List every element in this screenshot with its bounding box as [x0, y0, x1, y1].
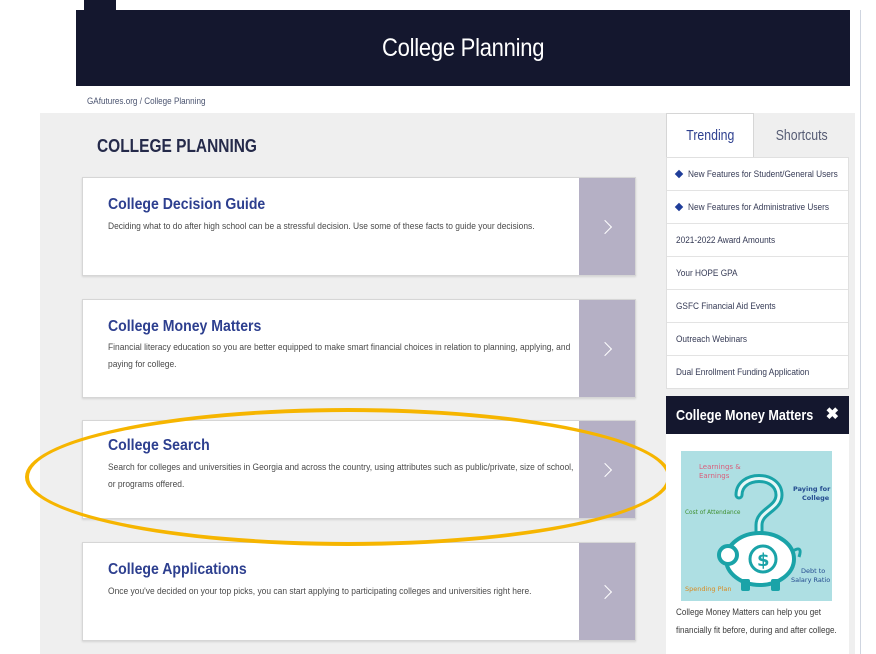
image-label-spending: Spending Plan [685, 585, 731, 593]
card-title[interactable]: College Decision Guide [108, 196, 265, 214]
trending-item[interactable]: New Features for Administrative Users [667, 191, 848, 224]
card-arrow-button[interactable] [579, 178, 635, 275]
trending-list: New Features for Student/General Users N… [666, 157, 849, 389]
chevron-right-icon [597, 341, 613, 356]
card-title[interactable]: College Search [108, 437, 210, 455]
trending-item[interactable]: Your HOPE GPA [667, 257, 848, 290]
piggy-bank-question-illustration: $ Learnings & Earnings Paying for Colleg… [681, 451, 832, 601]
card-description: Search for colleges and universities in … [108, 462, 574, 490]
dollar-sign-label: $ [757, 550, 770, 571]
money-matters-caption: College Money Matters can help you get f… [676, 607, 837, 635]
money-matters-promo-image[interactable]: $ Learnings & Earnings Paying for Colleg… [681, 451, 832, 601]
image-label-salary: Salary Ratio [791, 576, 830, 584]
image-label-college: College [802, 494, 830, 502]
trending-item[interactable]: Dual Enrollment Funding Application [667, 356, 848, 388]
breadcrumb: GAfutures.org / College Planning [87, 96, 205, 106]
trending-item[interactable]: 2021-2022 Award Amounts [667, 224, 848, 257]
money-matters-widget-header: College Money Matters ✖ [666, 396, 849, 434]
image-label-debt: Debt to [801, 567, 825, 575]
card-college-decision-guide[interactable]: College Decision Guide Deciding what to … [82, 177, 636, 276]
image-label-earnings: Earnings [699, 472, 730, 480]
header-top-accent [84, 0, 116, 10]
trending-item[interactable]: Outreach Webinars [667, 323, 848, 356]
diamond-bullet-icon [674, 202, 684, 212]
card-description: Once you've decided on your top picks, y… [108, 586, 532, 597]
chevron-right-icon [597, 219, 613, 234]
page-header: College Planning [76, 10, 850, 86]
card-college-money-matters[interactable]: College Money Matters Financial literacy… [82, 299, 636, 398]
image-label-paying: Paying for [793, 485, 831, 493]
image-label-cost: Cost of Attendance [685, 510, 741, 516]
card-title[interactable]: College Money Matters [108, 318, 261, 336]
card-description: Financial literacy education so you are … [108, 342, 571, 370]
money-matters-widget-title: College Money Matters [676, 406, 814, 424]
card-description: Deciding what to do after high school ca… [108, 221, 535, 232]
breadcrumb-home-link[interactable]: GAfutures.org [87, 96, 137, 106]
section-title: COLLEGE PLANNING [97, 136, 257, 156]
card-arrow-button[interactable] [579, 543, 635, 640]
tab-shortcuts[interactable]: Shortcuts [754, 113, 849, 157]
sidebar-tabs: Trending Shortcuts [666, 113, 849, 157]
close-icon[interactable]: ✖ [826, 405, 839, 425]
diamond-bullet-icon [674, 169, 684, 179]
card-arrow-button[interactable] [579, 421, 635, 518]
trending-item[interactable]: GSFC Financial Aid Events [667, 290, 848, 323]
page-right-border [860, 10, 861, 654]
card-college-search[interactable]: College Search Search for colleges and u… [82, 420, 636, 519]
card-title[interactable]: College Applications [108, 561, 247, 579]
card-college-applications[interactable]: College Applications Once you've decided… [82, 542, 636, 641]
trending-item[interactable]: New Features for Student/General Users [667, 158, 848, 191]
chevron-right-icon [597, 584, 613, 599]
image-label-learnings: Learnings & [699, 463, 741, 471]
money-matters-widget-body: $ Learnings & Earnings Paying for Colleg… [666, 434, 849, 654]
tab-trending[interactable]: Trending [666, 113, 754, 157]
card-arrow-button[interactable] [579, 300, 635, 397]
breadcrumb-current: College Planning [144, 96, 206, 106]
breadcrumb-separator: / [139, 96, 142, 106]
chevron-right-icon [597, 462, 613, 477]
page-header-title: College Planning [381, 33, 545, 62]
